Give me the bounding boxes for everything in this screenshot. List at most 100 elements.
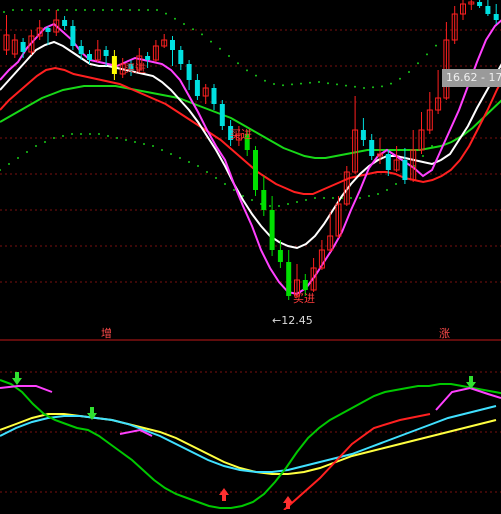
candle-body xyxy=(402,160,408,180)
band-dot xyxy=(39,9,41,11)
band-dot xyxy=(21,9,23,11)
band-dot xyxy=(134,141,136,143)
band-dot xyxy=(170,153,172,155)
band-dot xyxy=(399,77,401,80)
band-dot xyxy=(143,143,145,145)
band-dot xyxy=(84,9,86,11)
candle-body xyxy=(269,210,275,250)
band-dot xyxy=(129,9,131,11)
band-dot xyxy=(314,197,316,199)
band-dot xyxy=(228,55,230,57)
sell-arrow-icon xyxy=(12,372,22,385)
band-dot xyxy=(386,189,388,191)
band-dot xyxy=(215,177,217,179)
low-price-value: 12.45 xyxy=(281,314,313,327)
band-dot xyxy=(116,137,118,139)
band-dot xyxy=(44,141,46,143)
band-dot xyxy=(174,17,176,20)
band-dot xyxy=(390,82,392,85)
band-dot xyxy=(278,205,280,207)
buy-arrow-icon xyxy=(219,488,229,501)
buy-label-1: 买进 xyxy=(124,62,146,75)
ma-magenta-line xyxy=(0,19,501,296)
candle-body xyxy=(170,40,175,50)
candle-body xyxy=(277,250,283,262)
candle-body xyxy=(111,56,117,74)
osc-yellow-line xyxy=(0,413,497,475)
band-dot xyxy=(368,195,370,197)
band-dot xyxy=(327,82,329,85)
candle-body xyxy=(219,104,225,126)
band-dot xyxy=(359,197,361,199)
ma-green-line xyxy=(0,85,501,159)
band-dot xyxy=(89,133,91,135)
low-price-label: ←12.45 xyxy=(272,314,313,327)
band-dot xyxy=(422,155,424,157)
band-dot xyxy=(80,133,82,135)
band-dot xyxy=(120,9,122,11)
osc-main-line xyxy=(0,379,501,509)
band-dot xyxy=(246,69,248,72)
osc-rising-line xyxy=(283,413,431,511)
band-dot xyxy=(287,203,289,205)
band-dot xyxy=(255,74,257,77)
candle-body xyxy=(286,262,292,296)
band-dot xyxy=(210,40,212,43)
buy-arrow-icon xyxy=(283,496,293,509)
band-dot xyxy=(269,205,271,207)
band-dot xyxy=(350,197,352,199)
band-dot xyxy=(309,81,311,84)
candle-body xyxy=(302,280,308,290)
band-dot xyxy=(192,28,194,31)
band-dot xyxy=(318,81,320,83)
candle-body xyxy=(385,154,391,170)
band-dot xyxy=(107,135,109,137)
band-dot xyxy=(291,83,293,86)
band-dot xyxy=(138,9,140,11)
band-dot xyxy=(17,157,19,159)
candle-body xyxy=(194,80,200,96)
band-dot xyxy=(237,62,239,65)
band-dot xyxy=(53,137,55,139)
candle-body xyxy=(369,140,375,156)
band-dot xyxy=(93,9,95,11)
band-dot xyxy=(12,9,14,11)
band-dot xyxy=(102,9,104,11)
band-dot xyxy=(377,193,379,195)
band-dot xyxy=(323,197,325,199)
ma-white-line xyxy=(0,40,501,250)
band-dot xyxy=(395,183,397,185)
panel-marker-right: 涨 xyxy=(439,327,450,340)
band-dot xyxy=(26,151,28,153)
band-dot xyxy=(3,11,5,13)
candle-body xyxy=(20,42,26,52)
band-dot xyxy=(435,44,437,47)
band-dot xyxy=(98,133,100,135)
band-dot xyxy=(183,23,185,25)
band-dot xyxy=(363,87,365,89)
band-dot xyxy=(30,9,32,11)
band-dot xyxy=(273,83,275,85)
band-dot xyxy=(156,9,158,11)
candle-body xyxy=(103,50,109,56)
band-dot xyxy=(372,86,374,89)
band-dot xyxy=(242,195,244,197)
band-dot xyxy=(233,189,235,191)
candle-body xyxy=(261,190,267,210)
band-dot xyxy=(300,82,302,85)
band-dot xyxy=(152,145,154,147)
band-dot xyxy=(57,9,59,11)
band-dot xyxy=(75,9,77,11)
band-dot xyxy=(161,149,163,151)
band-dot xyxy=(381,85,383,88)
band-dot xyxy=(66,9,68,11)
candle-body xyxy=(211,88,217,104)
candle-body xyxy=(493,14,499,20)
band-dot xyxy=(264,79,266,82)
candlestick-chart xyxy=(0,0,501,511)
band-dot xyxy=(111,9,113,11)
band-dot xyxy=(179,157,181,159)
band-dot xyxy=(165,12,167,15)
band-dot xyxy=(426,53,428,56)
candle-body xyxy=(186,64,192,80)
